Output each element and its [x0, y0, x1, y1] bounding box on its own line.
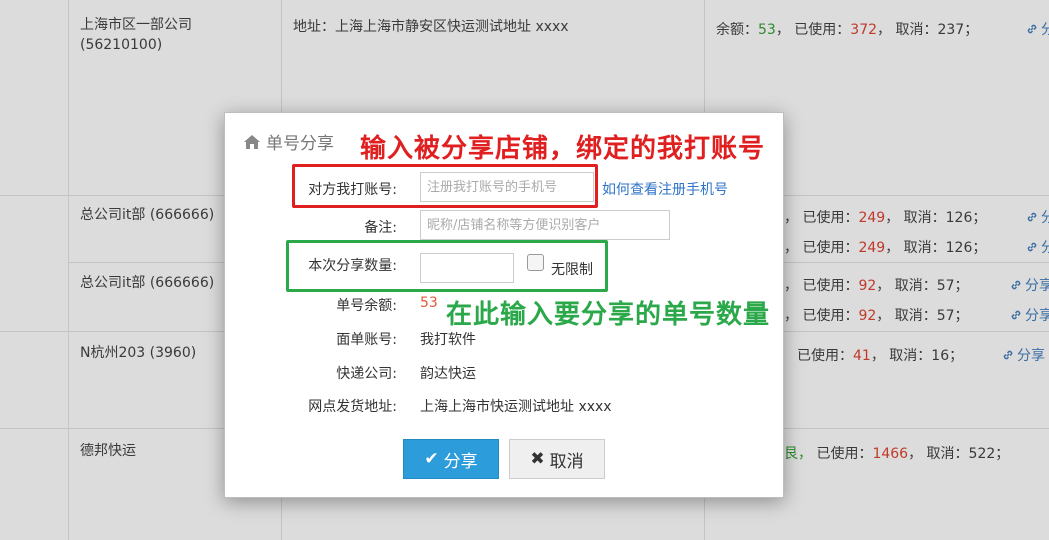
stats-line: 余额：53， 已使用：372， 取消：237；	[716, 22, 979, 38]
share-link[interactable]: 分享	[1002, 345, 1045, 365]
company-name: 上海市区一部公司	[80, 17, 192, 33]
share-link[interactable]: 分享	[1010, 305, 1049, 325]
stats-line: ， 已使用：249， 取消：126；	[784, 240, 987, 256]
remark-input[interactable]	[420, 210, 670, 240]
link-icon	[1027, 242, 1037, 252]
balance-label: 单号余额:	[336, 298, 397, 314]
check-icon: ✔	[424, 449, 439, 469]
annotation-red-text: 输入被分享店铺，绑定的我打账号	[360, 134, 766, 164]
share-button-label: 分享	[443, 451, 478, 472]
company-name: 总公司it部 (666666)	[80, 275, 215, 291]
company-address: 地址：上海上海市静安区快运测试地址 xxxx	[293, 19, 569, 35]
link-icon	[1011, 280, 1021, 290]
ship-address-label: 网点发货地址:	[308, 399, 397, 415]
cancel-button-label: 取消	[549, 451, 584, 472]
annotation-red-box	[292, 164, 598, 208]
stats-line: ， 已使用：92， 取消：57；	[784, 278, 969, 294]
column-divider	[68, 0, 69, 540]
annotation-green-box	[286, 240, 608, 292]
share-link[interactable]: 分	[1026, 19, 1049, 39]
share-link[interactable]: 分	[1026, 237, 1049, 257]
stats-line: 艮， 已使用：1466， 取消：522；	[784, 446, 1010, 462]
cancel-button[interactable]: ✖ 取消	[509, 439, 605, 479]
company-name: N杭州203 (3960)	[80, 345, 197, 361]
stats-line: ， 已使用：92， 取消：57；	[784, 308, 969, 324]
company-name: 德邦快运	[80, 443, 136, 459]
company-code: (56210100)	[80, 37, 163, 53]
close-icon: ✖	[530, 449, 545, 469]
waybill-account-label: 面单账号:	[336, 332, 397, 348]
link-icon	[1003, 350, 1013, 360]
link-icon	[1027, 212, 1037, 222]
remark-label: 备注:	[364, 220, 397, 236]
express-company-label: 快递公司:	[336, 366, 397, 382]
waybill-account-value: 我打软件	[420, 332, 476, 348]
balance-value: 53	[420, 295, 438, 311]
dialog-title: 单号分享	[243, 129, 334, 154]
ship-address-value: 上海上海市快运测试地址 xxxx	[420, 399, 612, 415]
dialog-title-text: 单号分享	[266, 134, 334, 154]
view-phone-help-link[interactable]: 如何查看注册手机号	[602, 179, 728, 199]
stats-line: ， 已使用：249， 取消：126；	[784, 210, 987, 226]
annotation-green-text: 在此输入要分享的单号数量	[446, 300, 771, 330]
share-link[interactable]: 分享	[1010, 275, 1049, 295]
company-name: 总公司it部 (666666)	[80, 207, 215, 223]
express-company-value: 韵达快运	[420, 366, 476, 382]
link-icon	[1027, 24, 1037, 34]
share-link[interactable]: 分	[1026, 207, 1049, 227]
home-icon	[244, 134, 260, 149]
share-button[interactable]: ✔ 分享	[403, 439, 499, 479]
stats-line: 已使用：41， 取消：16；	[797, 348, 964, 364]
link-icon	[1011, 310, 1021, 320]
